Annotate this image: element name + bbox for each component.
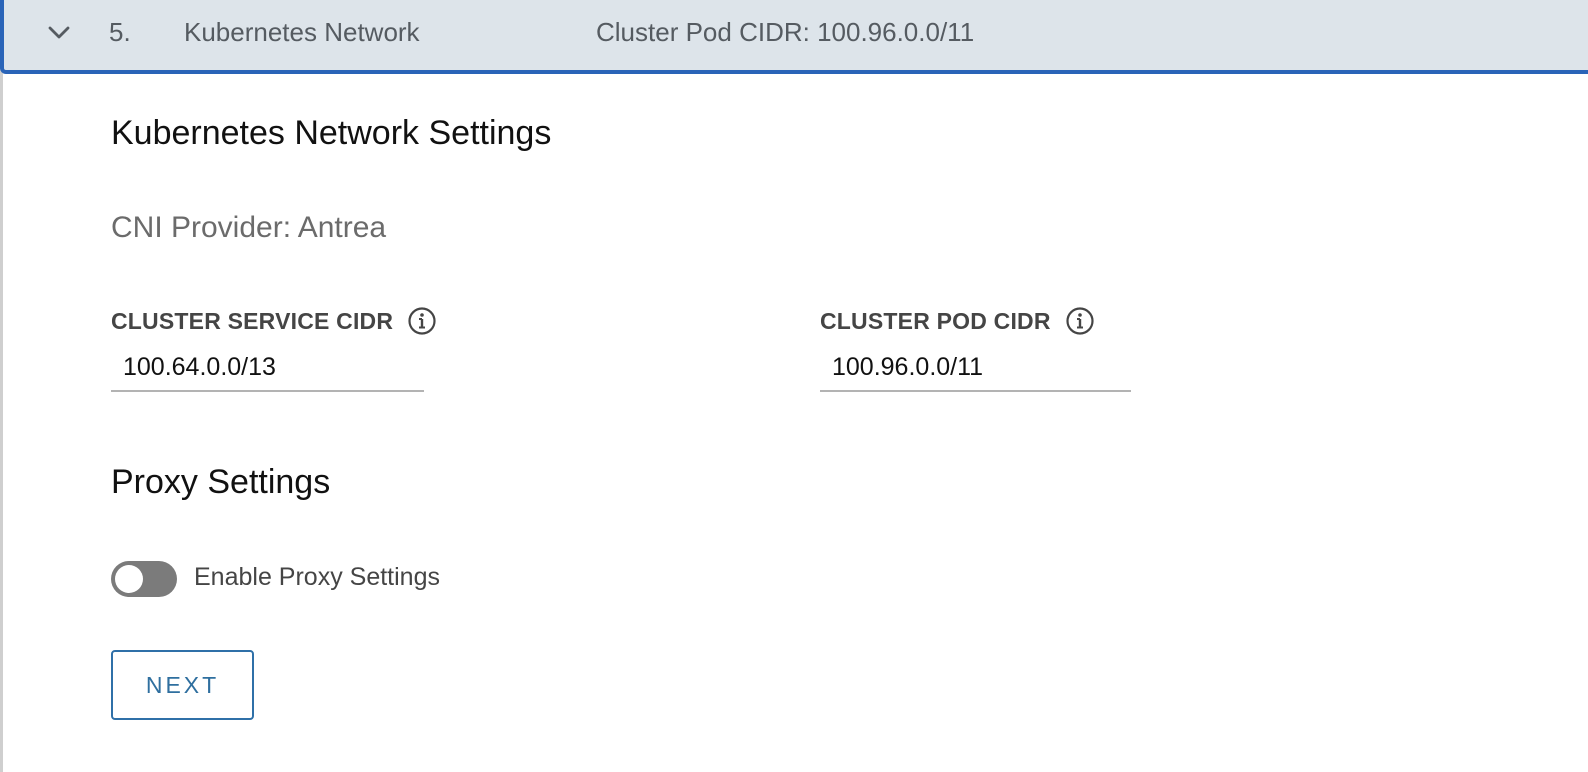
chevron-down-icon[interactable]	[46, 20, 72, 46]
service-cidr-label-text: CLUSTER SERVICE CIDR	[111, 307, 394, 334]
cni-provider-text: CNI Provider: Antrea	[111, 211, 387, 244]
pod-cidr-label-text: CLUSTER POD CIDR	[820, 307, 1051, 334]
toggle-knob	[115, 565, 143, 593]
pod-cidr-label: CLUSTER POD CIDR	[820, 306, 1095, 336]
info-icon[interactable]	[1065, 306, 1095, 336]
proxy-settings-title: Proxy Settings	[111, 463, 331, 501]
service-cidr-input[interactable]	[111, 348, 424, 392]
proxy-toggle[interactable]	[111, 561, 177, 597]
step-title: Kubernetes Network	[184, 17, 420, 47]
step-number: 5.	[109, 17, 131, 47]
proxy-toggle-label: Enable Proxy Settings	[194, 563, 440, 591]
service-cidr-label: CLUSTER SERVICE CIDR	[111, 306, 437, 336]
info-icon[interactable]	[407, 306, 437, 336]
step-summary: Cluster Pod CIDR: 100.96.0.0/11	[596, 17, 975, 47]
next-button[interactable]: NEXT	[111, 650, 254, 720]
network-settings-title: Kubernetes Network Settings	[111, 114, 552, 152]
pod-cidr-input[interactable]	[820, 348, 1131, 392]
step-header[interactable]: 5. Kubernetes Network Cluster Pod CIDR: …	[0, 0, 1588, 74]
wizard-page: 5. Kubernetes Network Cluster Pod CIDR: …	[0, 0, 1588, 772]
